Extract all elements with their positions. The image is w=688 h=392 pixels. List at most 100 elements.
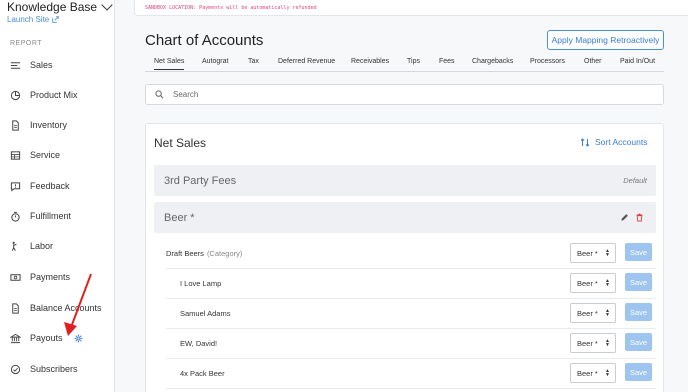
table-row: Draft Beers (Category) Beer * ▲ ▼ Save [166,239,656,269]
sidebar-item-label: Service [30,150,61,160]
sidebar-item-service[interactable]: Service [10,146,114,164]
external-link-icon [52,16,59,23]
default-tag: Default [623,176,647,185]
tab-net-sales[interactable]: Net Sales [154,58,185,70]
list-icon [10,61,21,69]
sandbox-banner: SANDBOX LOCATION: Payments will be autom… [134,0,688,16]
tab-paid-in-out[interactable]: Paid In/Out [620,58,655,65]
select-caret-icon: ▲ ▼ [605,248,610,258]
sandbox-text: SANDBOX LOCATION: Payments will be autom… [145,5,317,11]
sidebar-item-label: Sales [30,60,53,70]
account-select[interactable]: Beer * ▲ ▼ [570,243,616,263]
sidebar-item-label: Product Mix [30,90,78,100]
chat-icon [10,181,21,192]
sidebar-item-label: Inventory [30,120,68,130]
select-caret-icon: ▲ ▼ [605,278,610,288]
sort-icon [580,137,590,147]
row-label: I Love Lamp [180,279,222,288]
account-group-row[interactable]: Beer * [154,202,656,233]
account-select[interactable]: Beer * ▲ ▼ [570,273,616,293]
person-walking-icon [11,241,17,251]
tab-processors[interactable]: Processors [530,58,565,65]
row-name: Draft Beers [166,249,204,258]
row-label: 4x Pack Beer [180,369,225,378]
kb-title: Knowledge Base [7,0,98,14]
sidebar-item-label: Payments [30,272,71,282]
sidebar-item-balance-accounts[interactable]: Balance Accounts [10,299,114,317]
trash-icon[interactable] [635,213,644,222]
account-group-name: Beer * [164,211,195,224]
sidebar-item-label: Balance Accounts [30,303,102,313]
tab-autograt[interactable]: Autograt [202,58,228,65]
main-content: SANDBOX LOCATION: Payments will be autom… [116,0,688,392]
chevron-down-icon [101,0,113,11]
table-row: I Love Lamp Beer * ▲ ▼ Save [166,269,656,299]
tab-deferred-revenue[interactable]: Deferred Revenue [278,58,335,65]
sidebar-item-feedback[interactable]: Feedback [10,177,114,195]
sidebar-item-payouts[interactable]: Payouts [10,329,114,347]
row-label: Draft Beers (Category) [166,249,242,258]
select-value: Beer * [577,308,598,318]
select-value: Beer * [577,248,598,258]
tab-chargebacks[interactable]: Chargebacks [472,58,513,65]
sidebar-item-label: Payouts [30,333,63,343]
row-label: Samuel Adams [180,309,231,318]
page-title: Chart of Accounts [145,32,264,49]
sidebar: Knowledge Base Launch Site REPORT Sales … [0,0,115,392]
category-tag: (Category) [206,249,243,258]
pencil-icon[interactable] [620,213,629,222]
kb-switcher[interactable]: Knowledge Base [7,0,113,14]
account-select[interactable]: Beer * ▲ ▼ [570,333,616,353]
table-icon [10,150,21,160]
table-row: EW, David! Beer * ▲ ▼ Save [166,329,656,359]
section-label-report: REPORT [10,40,43,47]
tab-bar: Net Sales Autograt Tax Deferred Revenue … [145,54,664,72]
sidebar-item-inventory[interactable]: Inventory [10,116,114,134]
launch-site-label: Launch Site [7,15,50,24]
account-select[interactable]: Beer * ▲ ▼ [570,363,616,383]
sidebar-item-payments[interactable]: Payments [10,268,114,286]
select-caret-icon: ▲ ▼ [605,368,610,378]
search-icon [155,90,164,99]
tab-tips[interactable]: Tips [407,58,420,65]
select-caret-icon: ▲ ▼ [605,338,610,348]
tab-other[interactable]: Other [584,58,602,65]
sidebar-item-label: Labor [30,241,54,251]
sidebar-item-label: Subscribers [30,364,78,374]
save-button[interactable]: Save [625,303,652,321]
table-row: Samuel Adams Beer * ▲ ▼ Save [166,299,656,329]
account-group-name: 3rd Party Fees [164,174,237,187]
row-label: EW, David! [180,339,218,348]
bank-icon [10,333,21,343]
save-button[interactable]: Save [625,243,652,261]
search-input[interactable] [173,90,623,99]
net-sales-card: Net Sales Sort Accounts 3rd Party Fees D… [145,123,664,392]
account-group-row[interactable]: 3rd Party Fees Default [154,165,656,196]
sort-accounts-button[interactable]: Sort Accounts [580,137,647,147]
sidebar-item-product-mix[interactable]: Product Mix [10,86,114,104]
launch-site-link[interactable]: Launch Site [7,15,59,24]
account-select[interactable]: Beer * ▲ ▼ [570,303,616,323]
sidebar-item-subscribers[interactable]: Subscribers [10,360,114,378]
sidebar-item-label: Feedback [30,181,70,191]
sidebar-item-sales[interactable]: Sales [10,56,114,74]
card-title: Net Sales [154,136,207,150]
sidebar-item-fulfillment[interactable]: Fulfillment [10,207,114,225]
apply-mapping-retroactively-button[interactable]: Apply Mapping Retroactively [547,30,664,50]
tab-receivables[interactable]: Receivables [351,58,389,65]
tab-fees[interactable]: Fees [439,58,455,65]
select-value: Beer * [577,368,598,378]
document-icon [12,119,19,131]
save-button[interactable]: Save [625,273,652,291]
search-bar[interactable] [145,84,664,105]
gear-icon[interactable] [74,334,83,343]
timer-icon [11,211,20,222]
document-icon [12,302,19,314]
pie-chart-icon [10,90,21,100]
select-value: Beer * [577,338,598,348]
select-caret-icon: ▲ ▼ [605,308,610,318]
sidebar-item-labor[interactable]: Labor [10,237,114,255]
save-button[interactable]: Save [625,333,652,351]
save-button[interactable]: Save [625,363,652,381]
tab-tax[interactable]: Tax [248,58,259,65]
